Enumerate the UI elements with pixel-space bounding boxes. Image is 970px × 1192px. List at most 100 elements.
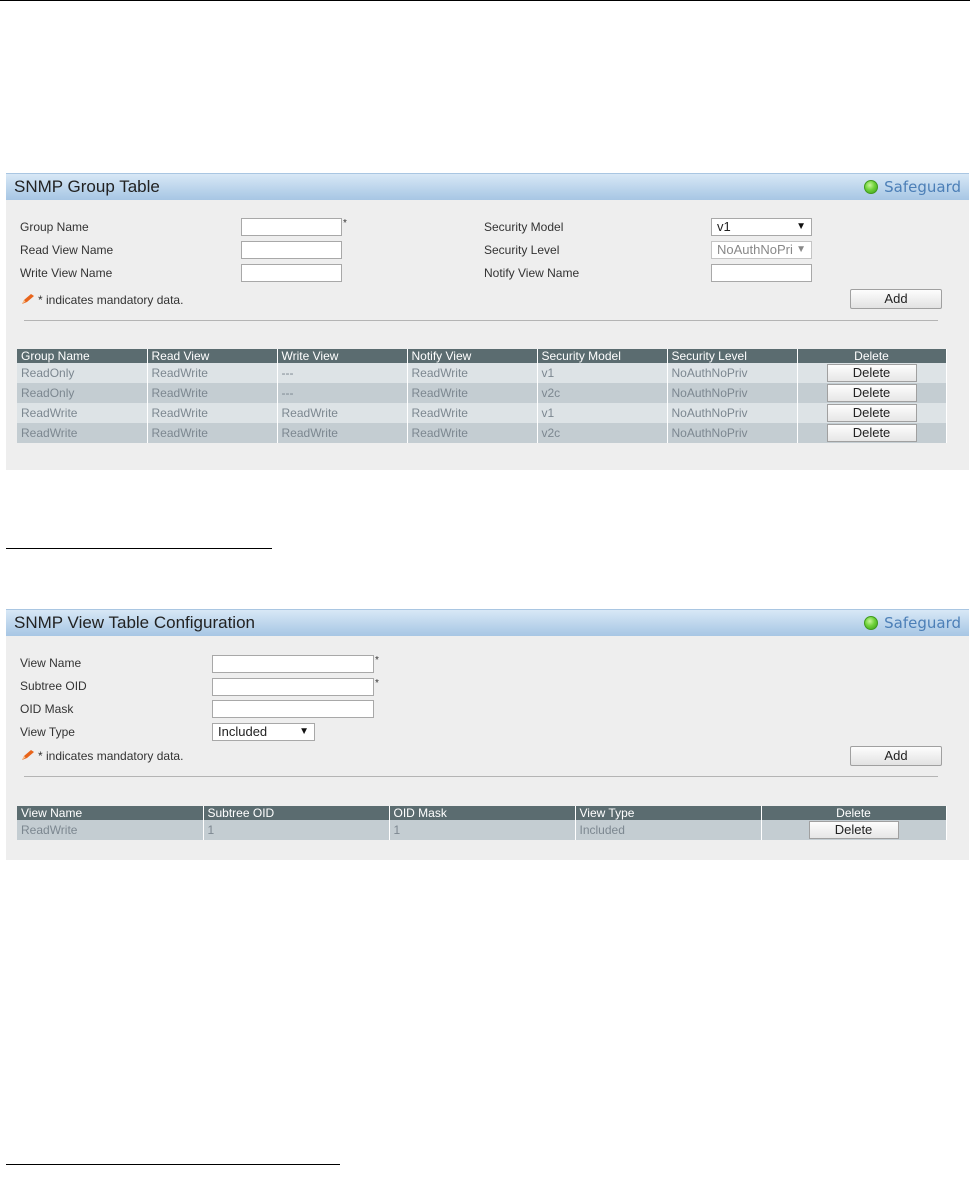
delete-cell: Delete [797, 403, 947, 423]
read-view-cell: ReadWrite [147, 363, 278, 383]
oid-mask-label: OID Mask [20, 702, 74, 716]
view-table: View Name Subtree OID OID Mask View Type… [17, 806, 947, 840]
delete-button[interactable]: Delete [826, 384, 917, 402]
safeguard-icon [864, 616, 879, 630]
page-top-rule [0, 0, 970, 1]
write-view-input[interactable] [241, 264, 342, 282]
table-header-row: View Name Subtree OID OID Mask View Type… [17, 806, 947, 820]
security-level-cell: NoAuthNoPriv [667, 363, 798, 383]
write-view-cell: --- [277, 383, 408, 403]
read-view-cell: ReadWrite [147, 423, 278, 443]
snmp-group-panel: SNMP Group Table Safeguard Group Name * … [6, 173, 969, 470]
security-level-cell: NoAuthNoPriv [667, 423, 798, 443]
group-table: Group Name Read View Write View Notify V… [17, 349, 947, 443]
column-header: View Name [17, 806, 204, 820]
column-header: Security Model [537, 349, 668, 363]
write-view-cell: ReadWrite [277, 403, 408, 423]
view-type-label: View Type [20, 725, 75, 739]
pencil-icon [22, 750, 34, 760]
notify-view-input[interactable] [711, 264, 812, 282]
column-header: Delete [797, 349, 947, 363]
group-name-cell: ReadOnly [17, 363, 148, 383]
safeguard-indicator[interactable]: Safeguard [864, 614, 961, 632]
group-panel-header: SNMP Group Table Safeguard [6, 173, 969, 200]
oid-mask-input[interactable] [212, 700, 374, 718]
group-name-label: Group Name [20, 220, 89, 234]
delete-cell: Delete [797, 383, 947, 403]
view-type-value: Included [218, 724, 268, 739]
chevron-down-icon: ▼ [299, 726, 309, 737]
column-header: Notify View [407, 349, 538, 363]
document-rule [6, 548, 272, 549]
view-type-cell: Included [575, 820, 762, 840]
subtree-oid-label: Subtree OID [20, 679, 87, 693]
table-row: ReadOnly ReadWrite --- ReadWrite v2c NoA… [17, 383, 947, 403]
security-level-select[interactable]: NoAuthNoPri ▼ [711, 241, 812, 259]
notify-view-cell: ReadWrite [407, 403, 538, 423]
security-model-cell: v1 [537, 363, 668, 383]
required-marker: * [343, 218, 347, 229]
mandatory-note: * indicates mandatory data. [38, 293, 184, 307]
delete-cell: Delete [797, 423, 947, 443]
subtree-oid-cell: 1 [203, 820, 390, 840]
notify-view-cell: ReadWrite [407, 363, 538, 383]
security-model-cell: v1 [537, 403, 668, 423]
panel-title: SNMP Group Table [14, 177, 160, 196]
mandatory-note: * indicates mandatory data. [38, 749, 184, 763]
column-header: View Type [575, 806, 762, 820]
table-header-row: Group Name Read View Write View Notify V… [17, 349, 947, 363]
document-rule [6, 1164, 340, 1165]
oid-mask-cell: 1 [389, 820, 576, 840]
pencil-icon [22, 294, 34, 304]
chevron-down-icon: ▼ [796, 221, 806, 232]
table-row: ReadWrite ReadWrite ReadWrite ReadWrite … [17, 423, 947, 443]
group-name-input[interactable] [241, 218, 342, 236]
security-model-label: Security Model [484, 220, 564, 234]
add-button[interactable]: Add [850, 289, 942, 309]
delete-button[interactable]: Delete [826, 404, 917, 422]
read-view-label: Read View Name [20, 243, 114, 257]
security-model-select[interactable]: v1 ▼ [711, 218, 812, 236]
write-view-label: Write View Name [20, 266, 113, 280]
column-header: Group Name [17, 349, 148, 363]
read-view-input[interactable] [241, 241, 342, 259]
notify-view-cell: ReadWrite [407, 383, 538, 403]
view-type-select[interactable]: Included ▼ [212, 723, 315, 741]
required-marker: * [375, 655, 379, 666]
read-view-cell: ReadWrite [147, 383, 278, 403]
view-panel-header: SNMP View Table Configuration Safeguard [6, 609, 969, 636]
safeguard-indicator[interactable]: Safeguard [864, 178, 961, 196]
view-name-label: View Name [20, 656, 82, 670]
security-model-value: v1 [717, 219, 731, 234]
table-row: ReadWrite 1 1 Included Delete [17, 820, 947, 840]
group-name-cell: ReadOnly [17, 383, 148, 403]
delete-button[interactable]: Delete [826, 364, 917, 382]
subtree-oid-input[interactable] [212, 678, 374, 696]
column-header: Security Level [667, 349, 798, 363]
view-name-cell: ReadWrite [17, 820, 204, 840]
safeguard-label: Safeguard [884, 614, 961, 632]
table-row: ReadWrite ReadWrite ReadWrite ReadWrite … [17, 403, 947, 423]
column-header: Write View [277, 349, 408, 363]
write-view-cell: --- [277, 363, 408, 383]
form-divider [24, 776, 938, 777]
required-marker: * [375, 678, 379, 689]
security-level-cell: NoAuthNoPriv [667, 383, 798, 403]
security-model-cell: v2c [537, 423, 668, 443]
column-header: Subtree OID [203, 806, 390, 820]
add-button[interactable]: Add [850, 746, 942, 766]
security-model-cell: v2c [537, 383, 668, 403]
security-level-cell: NoAuthNoPriv [667, 403, 798, 423]
safeguard-label: Safeguard [884, 178, 961, 196]
delete-button[interactable]: Delete [826, 424, 917, 442]
panel-title: SNMP View Table Configuration [14, 613, 255, 632]
view-name-input[interactable] [212, 655, 374, 673]
delete-cell: Delete [797, 363, 947, 383]
column-header: Delete [761, 806, 947, 820]
delete-cell: Delete [761, 820, 947, 840]
column-header: Read View [147, 349, 278, 363]
notify-view-label: Notify View Name [484, 266, 580, 280]
safeguard-icon [864, 180, 879, 194]
read-view-cell: ReadWrite [147, 403, 278, 423]
delete-button[interactable]: Delete [808, 821, 899, 839]
